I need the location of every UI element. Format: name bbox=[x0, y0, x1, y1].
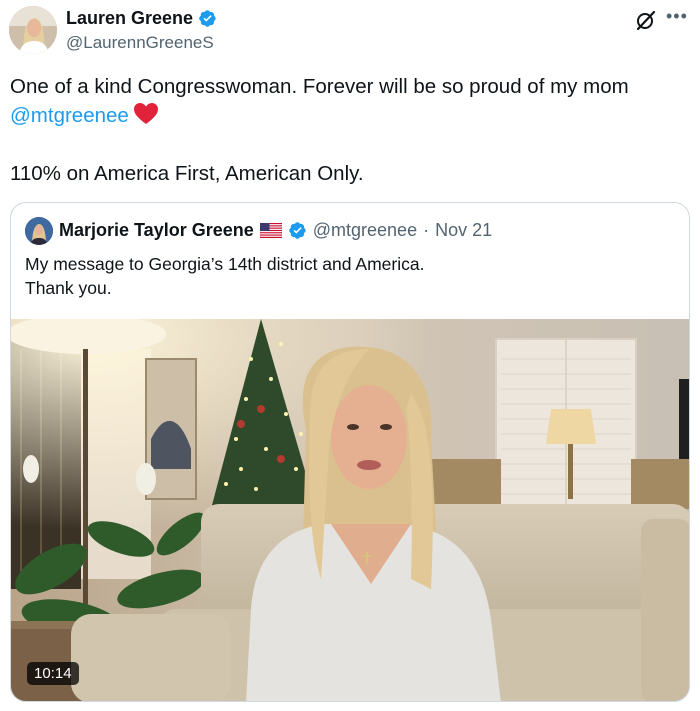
tweet-line-1: One of a kind Congresswoman. Forever wil… bbox=[10, 75, 629, 98]
quoted-separator: · bbox=[423, 220, 430, 240]
quoted-date[interactable]: Nov 21 bbox=[435, 220, 492, 241]
tweet-text: One of a kind Congresswoman. Forever wil… bbox=[10, 72, 690, 188]
author-avatar[interactable] bbox=[9, 6, 57, 54]
tweet-mention-link[interactable]: @mtgreenee bbox=[10, 104, 129, 127]
quoted-header: Marjorie Taylor Greene @mtgreenee · Nov … bbox=[59, 220, 492, 241]
quoted-verified-badge-icon bbox=[288, 222, 306, 239]
grok-icon[interactable] bbox=[634, 8, 658, 32]
quoted-text-line-2: Thank you. bbox=[25, 278, 112, 298]
video-duration-badge: 10:14 bbox=[27, 662, 79, 685]
author-name-row[interactable]: Lauren Greene bbox=[66, 8, 217, 29]
us-flag-emoji bbox=[259, 223, 282, 238]
red-heart-emoji bbox=[133, 103, 158, 124]
quoted-tweet-card[interactable]: Marjorie Taylor Greene @mtgreenee · Nov … bbox=[10, 202, 690, 702]
video-thumbnail bbox=[11, 319, 689, 701]
quoted-text-line-1: My message to Georgia’s 14th district an… bbox=[25, 254, 425, 274]
author-name[interactable]: Lauren Greene bbox=[66, 8, 193, 29]
quoted-author-avatar[interactable] bbox=[25, 217, 53, 245]
quoted-author-name[interactable]: Marjorie Taylor Greene bbox=[59, 220, 254, 241]
author-handle[interactable]: @LaurennGreeneS bbox=[66, 33, 214, 53]
quoted-avatar-image bbox=[25, 217, 53, 245]
tweet-line-2: 110% on America First, American Only. bbox=[10, 162, 364, 185]
verified-badge-icon bbox=[199, 10, 216, 27]
more-icon[interactable]: ••• bbox=[666, 6, 688, 27]
author-avatar-image bbox=[9, 6, 57, 54]
quoted-text: My message to Georgia’s 14th district an… bbox=[25, 252, 424, 300]
video-player[interactable]: 10:14 bbox=[11, 319, 689, 701]
quoted-author-handle[interactable]: @mtgreenee bbox=[313, 220, 417, 241]
